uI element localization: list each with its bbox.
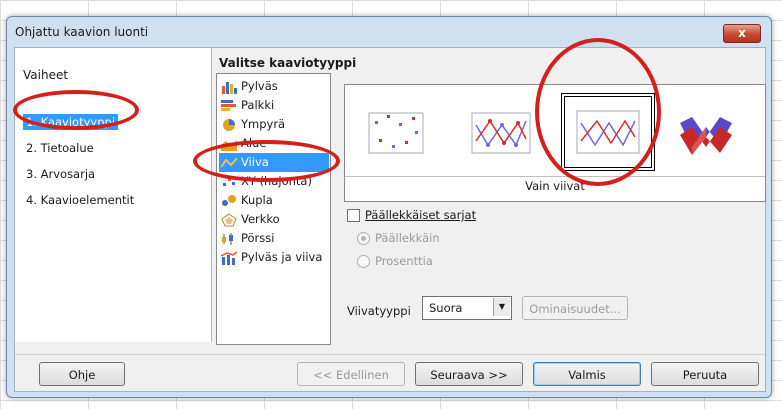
step-chart-elements[interactable]: 4. Kaavioelementit xyxy=(23,192,137,208)
type-label: Palkki xyxy=(241,98,275,112)
bubble-chart-icon xyxy=(222,194,236,206)
line-chart-icon xyxy=(221,156,237,168)
radio-circle[interactable] xyxy=(357,232,370,245)
steps-panel: Vaiheet 1. Kaaviotyyppi 2. Tietoalue 3. … xyxy=(15,48,212,342)
variant-points-only[interactable] xyxy=(359,101,433,163)
3d-lines-icon xyxy=(680,117,732,155)
scatter-chart-icon xyxy=(223,177,235,186)
radio-circle[interactable] xyxy=(357,255,370,268)
dialog-title: Ohjattu kaavion luonti xyxy=(15,25,149,39)
on-top-radio[interactable]: Päällekkäin xyxy=(357,231,440,245)
type-label: Verkko xyxy=(241,212,280,226)
type-item-bubble[interactable]: Kupla xyxy=(219,191,329,210)
net-chart-icon xyxy=(221,212,237,226)
step-data-series[interactable]: 3. Arvosarja xyxy=(23,166,98,182)
dialog-titlebar[interactable]: Ohjattu kaavion luonti x xyxy=(7,17,771,47)
properties-button[interactable]: Ominaisuudet... xyxy=(522,296,628,320)
back-button[interactable]: << Edellinen xyxy=(297,362,405,386)
type-item-scatter[interactable]: XY (hajonta) xyxy=(219,172,329,191)
type-label: Pylväs xyxy=(241,79,278,93)
step-chart-type[interactable]: 1. Kaaviotyyppi xyxy=(23,114,119,130)
stacked-series-label: Päällekkäiset sarjat xyxy=(365,208,477,222)
next-button[interactable]: Seuraava >> xyxy=(415,362,523,386)
line-type-select[interactable]: Suora ▼ xyxy=(422,296,512,320)
line-type-label: Viivatyyppi xyxy=(347,304,411,318)
on-top-label: Päällekkäin xyxy=(375,231,440,245)
percent-radio[interactable]: Prosenttia xyxy=(357,254,433,268)
area-chart-icon xyxy=(221,139,237,151)
type-label: XY (hajonta) xyxy=(241,174,312,188)
checkbox-box[interactable] xyxy=(347,209,360,222)
close-button[interactable]: x xyxy=(723,24,761,43)
stock-chart-icon xyxy=(222,232,233,245)
column-chart-icon xyxy=(222,81,237,94)
type-item-pie[interactable]: Ympyrä xyxy=(219,115,329,134)
cancel-button[interactable]: Peruuta xyxy=(651,362,759,386)
type-item-area[interactable]: Alue xyxy=(219,134,329,153)
dialog-client-area: Vaiheet 1. Kaaviotyyppi 2. Tietoalue 3. … xyxy=(14,47,766,392)
points-only-icon xyxy=(368,112,424,154)
chart-wizard-dialog: Ohjattu kaavion luonti x Vaiheet 1. Kaav… xyxy=(6,16,772,398)
pie-chart-icon xyxy=(223,118,235,131)
close-icon: x xyxy=(738,26,746,40)
bar-chart-icon xyxy=(221,99,236,111)
column-line-chart-icon xyxy=(221,250,237,265)
line-type-value: Suora xyxy=(429,301,463,315)
type-label: Kupla xyxy=(241,193,273,207)
type-item-bar[interactable]: Palkki xyxy=(219,96,329,115)
button-separator xyxy=(15,354,765,355)
type-item-column-line[interactable]: Pylväs ja viiva xyxy=(219,248,329,267)
type-label: Pylväs ja viiva xyxy=(241,250,323,264)
chart-type-heading: Valitse kaaviotyyppi xyxy=(219,56,357,70)
type-item-stock[interactable]: Pörssi xyxy=(219,229,329,248)
type-item-column[interactable]: Pylväs xyxy=(219,77,329,96)
lines-only-icon xyxy=(576,110,640,154)
type-item-net[interactable]: Verkko xyxy=(219,210,329,229)
type-item-line[interactable]: Viiva xyxy=(219,153,329,172)
variant-points-and-lines[interactable] xyxy=(464,101,538,163)
chart-variant-panel: Vain viivat xyxy=(344,84,766,202)
step-data-range[interactable]: 2. Tietoalue xyxy=(23,140,97,156)
type-label: Alue xyxy=(241,136,267,150)
chevron-down-icon[interactable]: ▼ xyxy=(493,298,510,316)
type-label: Ympyrä xyxy=(241,117,286,131)
points-lines-icon xyxy=(471,112,531,154)
chart-type-list: Pylväs Palkki Ympyrä Alue Viiva XY (hajo… xyxy=(216,73,331,345)
type-label: Viiva xyxy=(241,155,269,169)
variant-3d-lines[interactable] xyxy=(670,101,744,163)
help-button[interactable]: Ohje xyxy=(39,362,125,386)
stacked-series-checkbox[interactable]: Päällekkäiset sarjat xyxy=(347,208,476,222)
variant-lines-only[interactable] xyxy=(561,93,655,171)
variant-caption: Vain viivat xyxy=(345,176,765,193)
finish-button[interactable]: Valmis xyxy=(533,362,641,386)
percent-label: Prosenttia xyxy=(375,254,433,268)
steps-title: Vaiheet xyxy=(23,68,69,82)
type-label: Pörssi xyxy=(241,231,275,245)
